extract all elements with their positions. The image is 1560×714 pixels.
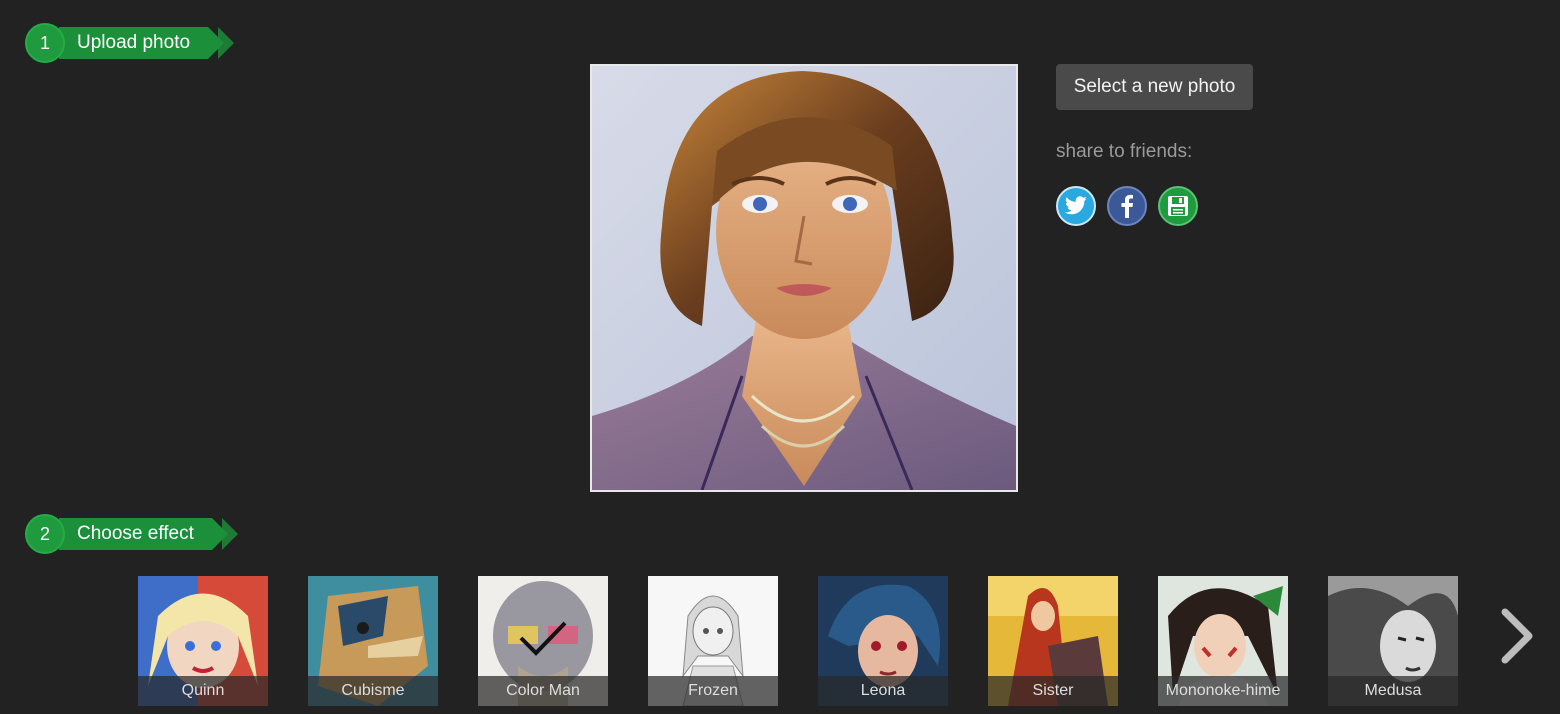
select-new-photo-button[interactable]: Select a new photo bbox=[1056, 64, 1253, 110]
effect-sister[interactable]: Sister bbox=[988, 576, 1118, 706]
chevron-right-icon[interactable] bbox=[1497, 606, 1537, 666]
step-upload-photo: 1 Upload photo bbox=[25, 23, 235, 63]
share-label: share to friends: bbox=[1056, 141, 1193, 162]
step-number: 1 bbox=[25, 23, 65, 63]
step-choose-effect: 2 Choose effect bbox=[25, 514, 238, 554]
effect-label: Mononoke-hime bbox=[1158, 676, 1288, 706]
effect-quinn[interactable]: Quinn bbox=[138, 576, 268, 706]
facebook-icon[interactable] bbox=[1107, 186, 1147, 226]
result-photo bbox=[590, 64, 1018, 492]
effect-leona[interactable]: Leona bbox=[818, 576, 948, 706]
effect-label: Color Man bbox=[478, 676, 608, 706]
effect-medusa[interactable]: Medusa bbox=[1328, 576, 1458, 706]
effect-label: Sister bbox=[988, 676, 1118, 706]
effect-label: Quinn bbox=[138, 676, 268, 706]
effect-frozen[interactable]: Frozen bbox=[648, 576, 778, 706]
check-icon bbox=[519, 621, 567, 656]
effects-carousel: Quinn Cubisme Color Man Frozen Leona Sis… bbox=[138, 576, 1458, 706]
step-label: Upload photo bbox=[59, 27, 235, 59]
effect-label: Medusa bbox=[1328, 676, 1458, 706]
save-icon[interactable] bbox=[1158, 186, 1198, 226]
twitter-icon[interactable] bbox=[1056, 186, 1096, 226]
step-label: Choose effect bbox=[59, 518, 238, 550]
effect-label: Cubisme bbox=[308, 676, 438, 706]
step-number: 2 bbox=[25, 514, 65, 554]
effect-label: Leona bbox=[818, 676, 948, 706]
effect-label: Frozen bbox=[648, 676, 778, 706]
effect-mononoke-hime[interactable]: Mononoke-hime bbox=[1158, 576, 1288, 706]
effect-cubisme[interactable]: Cubisme bbox=[308, 576, 438, 706]
effect-color-man[interactable]: Color Man bbox=[478, 576, 608, 706]
share-icons bbox=[1056, 186, 1198, 226]
